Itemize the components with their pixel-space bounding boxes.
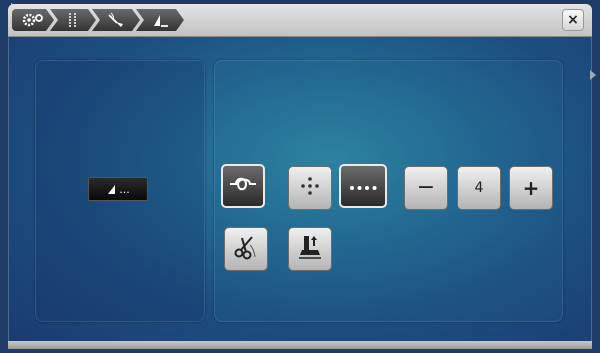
scroll-right-icon[interactable] bbox=[590, 70, 596, 80]
stitch-preview-label: ... bbox=[119, 182, 130, 196]
pattern-repeat-button[interactable] bbox=[339, 164, 387, 208]
stitch-lines-icon bbox=[66, 12, 80, 28]
breadcrumb-needle[interactable] bbox=[92, 9, 140, 31]
gears-icon bbox=[21, 12, 45, 28]
plus-icon: + bbox=[522, 176, 540, 200]
titlebar: × bbox=[8, 4, 592, 37]
minus-icon: − bbox=[416, 175, 436, 200]
knot-icon bbox=[228, 173, 258, 199]
pattern-center-button[interactable] bbox=[288, 166, 332, 210]
bottom-bar bbox=[8, 341, 592, 349]
decrease-button[interactable]: − bbox=[404, 166, 448, 210]
stitch-preview-icon bbox=[106, 180, 118, 199]
breadcrumb-settings[interactable] bbox=[12, 9, 54, 31]
four-dots-icon bbox=[348, 177, 378, 196]
dots-cross-icon bbox=[299, 175, 321, 201]
thread-cut-button[interactable] bbox=[224, 227, 268, 271]
repeat-count-value: 4 bbox=[474, 180, 484, 196]
needle-thread-icon bbox=[107, 12, 125, 28]
increase-button[interactable]: + bbox=[509, 166, 553, 210]
repeat-count-display: 4 bbox=[457, 166, 501, 210]
presser-foot-up-icon bbox=[296, 233, 324, 265]
stitch-preview: ... bbox=[88, 177, 148, 201]
breadcrumb-stitch-length[interactable] bbox=[136, 9, 184, 31]
close-icon: × bbox=[567, 12, 579, 28]
breadcrumb-stitch[interactable] bbox=[50, 9, 96, 31]
scissors-icon bbox=[232, 233, 260, 265]
presser-foot-button[interactable] bbox=[288, 227, 332, 271]
close-button[interactable]: × bbox=[562, 9, 584, 31]
tie-off-button[interactable] bbox=[221, 164, 265, 208]
stitch-triangle-icon bbox=[150, 12, 170, 28]
